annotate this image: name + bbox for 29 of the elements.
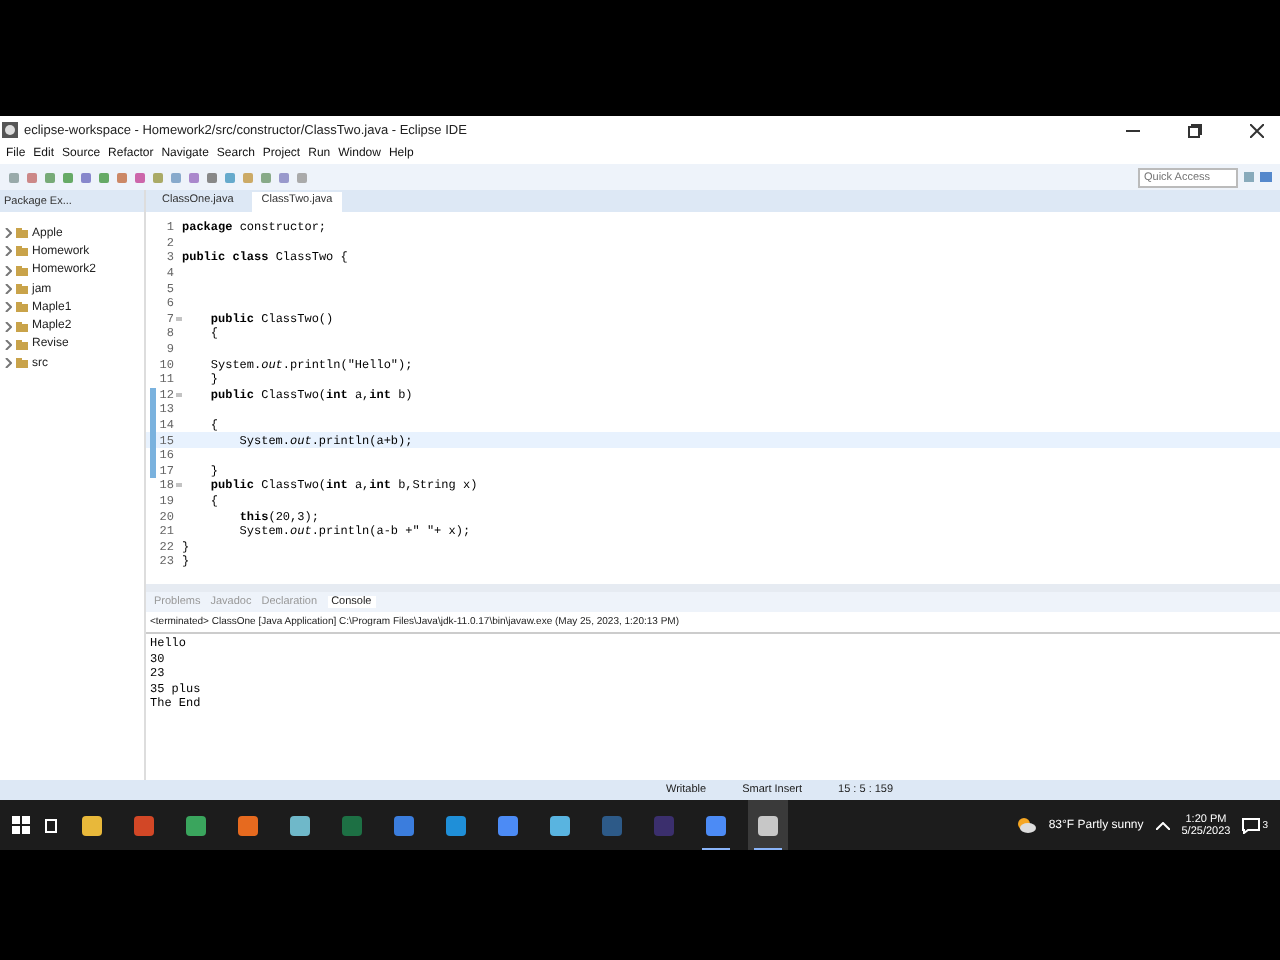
chevron-icon[interactable] (4, 358, 12, 369)
chevron-icon[interactable] (4, 302, 12, 313)
fold-toggle-icon[interactable] (175, 482, 181, 489)
chevron-icon[interactable] (4, 339, 12, 350)
project-folder-icon (16, 246, 28, 257)
perspective-icon[interactable] (1244, 170, 1272, 184)
chevron-up-icon[interactable] (1155, 821, 1170, 829)
fold-toggle-icon[interactable] (175, 315, 181, 322)
task-view-icon[interactable] (42, 817, 60, 833)
windows-start-icon[interactable] (12, 816, 30, 834)
project-folder-icon (16, 358, 28, 369)
project-folder-icon (16, 302, 28, 313)
project-folder-icon (16, 228, 28, 239)
chevron-icon[interactable] (4, 246, 12, 257)
project-folder-icon (16, 339, 28, 350)
chevron-icon[interactable] (4, 321, 12, 332)
chevron-icon[interactable] (4, 228, 12, 239)
fold-toggle-icon[interactable] (175, 391, 181, 398)
eclipse-logo-icon (2, 122, 18, 138)
taskbar-app[interactable] (748, 800, 788, 850)
project-folder-icon (16, 284, 28, 295)
chevron-icon[interactable] (4, 284, 12, 295)
close-icon[interactable] (1250, 123, 1264, 137)
chevron-icon[interactable] (4, 265, 12, 276)
project-folder-icon (16, 321, 28, 332)
notification-icon[interactable] (1242, 817, 1261, 833)
weather-icon[interactable] (1016, 816, 1037, 834)
project-folder-icon (16, 265, 28, 276)
restore-icon[interactable] (1188, 123, 1202, 137)
